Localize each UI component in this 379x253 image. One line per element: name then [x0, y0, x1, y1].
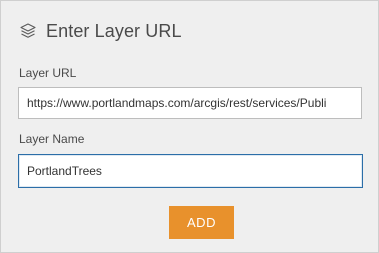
enter-layer-url-panel: Enter Layer URL Layer URL Layer Name ADD: [0, 0, 379, 253]
panel-header: Enter Layer URL: [19, 17, 182, 45]
layer-url-input[interactable]: [18, 87, 362, 119]
layer-url-label: Layer URL: [19, 66, 77, 80]
layer-name-input[interactable]: [18, 154, 363, 188]
add-button[interactable]: ADD: [169, 206, 234, 239]
layers-icon: [19, 22, 37, 40]
panel-title: Enter Layer URL: [46, 20, 182, 41]
layer-name-label: Layer Name: [19, 132, 85, 146]
